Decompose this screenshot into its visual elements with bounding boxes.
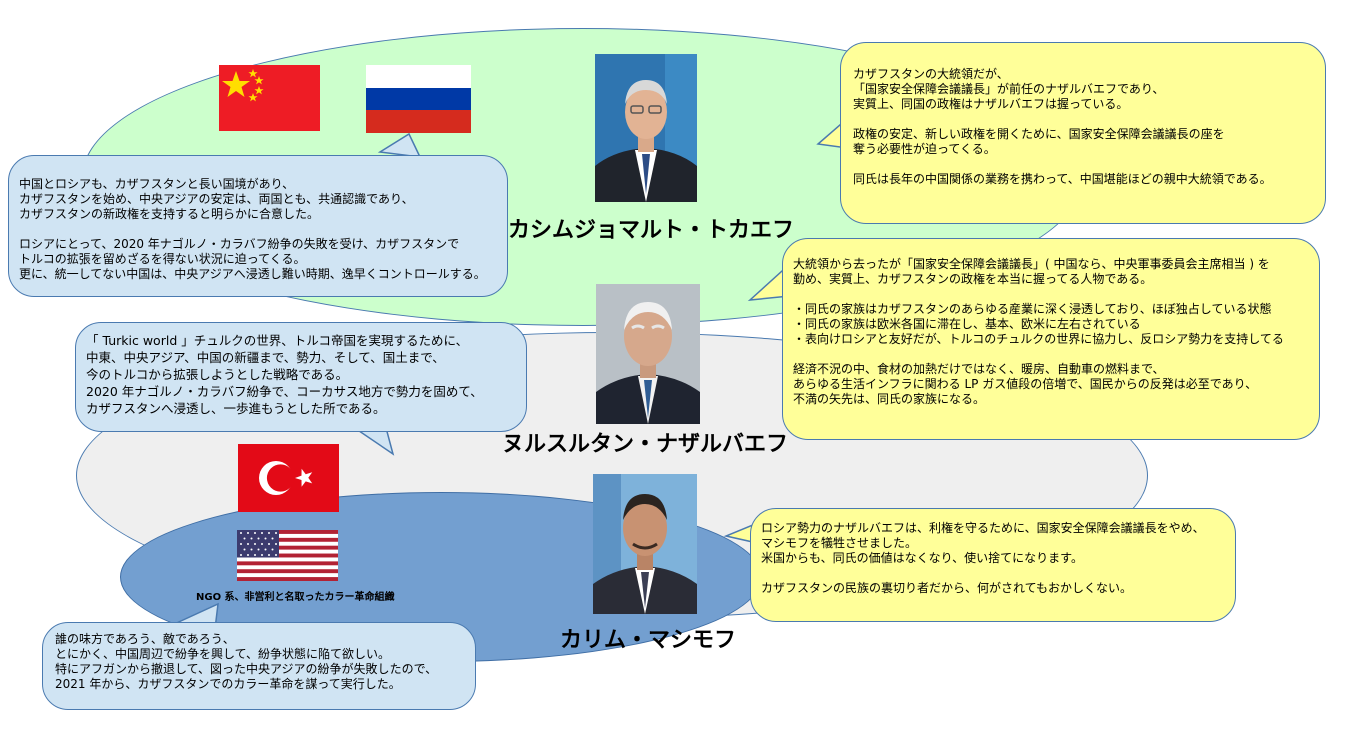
ngo-note: 誰の味方であろう、敵であろう、 とにかく、中国周辺で紛争を興して、紛争状態に陥て… (42, 622, 476, 710)
china-russia-note: 中国とロシアも、カザフスタンと長い国境があり、 カザフスタンを始め、中央アジアの… (8, 155, 508, 297)
tokayev-note: カザフスタンの大統領だが、 「国家安全保障会議議長」が前任のナザルバエフであり、… (840, 42, 1326, 224)
turkic-world-note: 「 Turkic world 」チュルクの世界、トルコ帝国を実現するために、 中… (75, 322, 527, 432)
nazarbayev-note: 大統領から去ったが「国家安全保障会議議長」( 中国なら、中央軍事委員会主席相当 … (782, 238, 1320, 440)
masimov-note: ロシア勢力のナザルバエフは、利権を守るために、国家安全保障会議議長をやめ、 マシ… (750, 508, 1236, 622)
